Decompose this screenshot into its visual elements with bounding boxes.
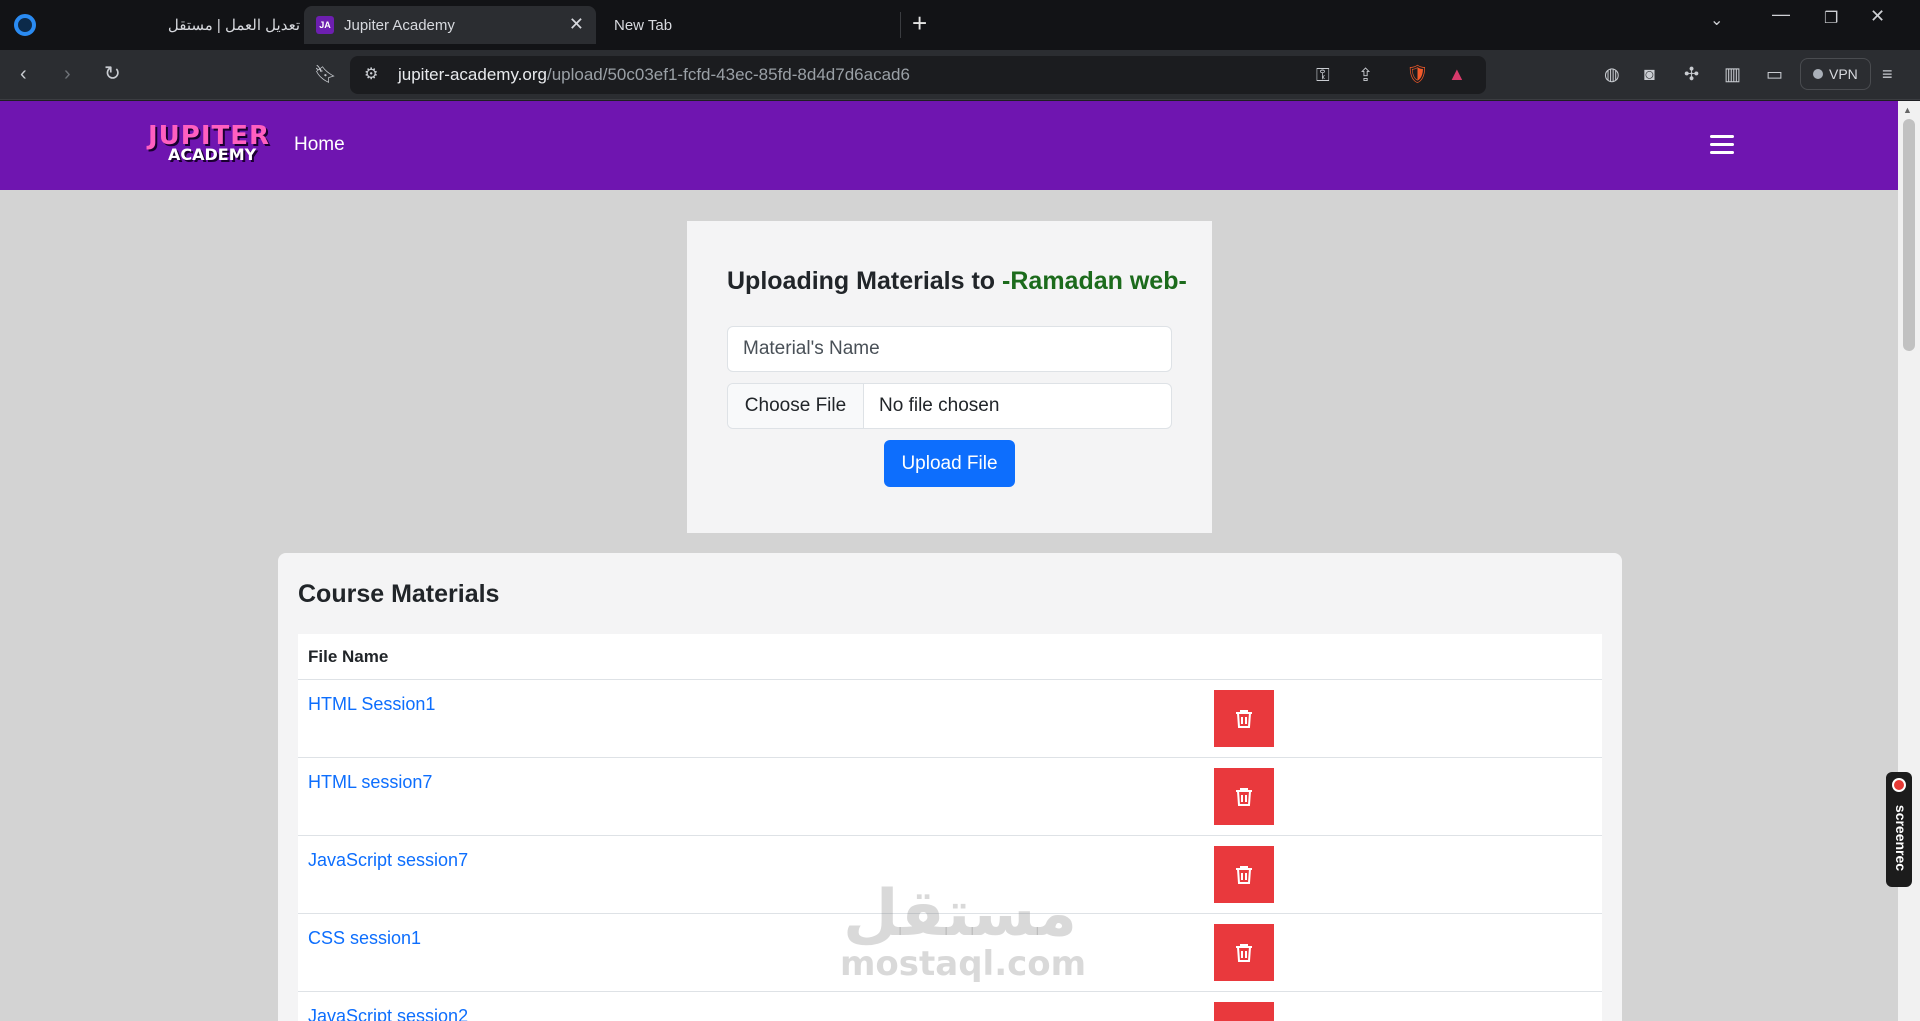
url-path: /upload/50c03ef1-fcfd-43ec-85fd-8d4d7d6a… — [546, 65, 910, 84]
new-tab-plus-icon[interactable]: + — [912, 8, 927, 39]
vpn-status-icon — [1813, 69, 1823, 79]
jupiter-academy-logo[interactable]: JUPITER ACADEMY — [148, 121, 269, 167]
course-materials-card: Course Materials File Name HTML Session1… — [278, 553, 1622, 1021]
extensions-icon[interactable]: ✣ — [1684, 62, 1699, 86]
tab-label: تعديل العمل | مستقل — [167, 17, 300, 34]
camera-icon[interactable]: ◙ — [1644, 62, 1655, 86]
tab-jupiter-academy[interactable]: JA Jupiter Academy ✕ — [304, 6, 596, 44]
trash-icon — [1236, 943, 1252, 962]
password-key-icon[interactable]: ⚿ — [1316, 63, 1330, 87]
screenrec-widget[interactable]: screenrec — [1886, 772, 1912, 887]
upload-form-card: Uploading Materials to -Ramadan web- Cho… — [687, 221, 1212, 533]
materials-title: Course Materials — [298, 580, 500, 608]
trash-icon — [1236, 865, 1252, 884]
tab-label: New Tab — [614, 16, 673, 34]
logo-line2: ACADEMY — [168, 145, 257, 164]
delete-button[interactable] — [1214, 690, 1274, 747]
jupiter-favicon-icon: JA — [316, 16, 334, 34]
table-row: CSS session1 — [298, 914, 1602, 992]
upload-title: Uploading Materials to -Ramadan web- — [727, 267, 1187, 296]
file-link[interactable]: JavaScript session2 — [308, 1006, 468, 1021]
globe-icon[interactable]: ◍ — [1604, 62, 1620, 86]
table-header: File Name — [298, 634, 1602, 680]
restore-icon[interactable]: ❐ — [1824, 8, 1838, 28]
delete-button[interactable] — [1214, 768, 1274, 825]
file-link[interactable]: JavaScript session7 — [308, 850, 468, 871]
trash-icon — [1236, 709, 1252, 728]
tab-new-tab[interactable]: New Tab — [600, 6, 890, 44]
upload-file-button[interactable]: Upload File — [884, 440, 1015, 487]
screenrec-label: screenrec — [1893, 804, 1909, 872]
choose-file-button[interactable]: Choose File — [728, 384, 864, 428]
record-dot-icon — [1892, 778, 1906, 792]
delete-button[interactable] — [1214, 1002, 1274, 1021]
delete-button[interactable] — [1214, 924, 1274, 981]
back-icon[interactable]: ‹ — [20, 62, 27, 86]
menu-icon[interactable]: ≡ — [1882, 62, 1893, 86]
scroll-up-icon[interactable]: ▲ — [1903, 105, 1912, 115]
tab-label: Jupiter Academy — [344, 16, 455, 34]
upload-title-prefix: Uploading Materials to — [727, 267, 1003, 295]
tab-mostaql[interactable]: تعديل العمل | مستقل — [150, 6, 300, 44]
nav-home-link[interactable]: Home — [294, 134, 345, 156]
vpn-button[interactable]: VPN — [1800, 58, 1871, 90]
material-name-input[interactable] — [727, 326, 1172, 372]
minimize-icon[interactable]: — — [1772, 4, 1790, 25]
browser-toolbar: ‹ › ↻ 🔖︎ ⚙ jupiter-academy.org/upload/50… — [0, 50, 1920, 100]
scrollbar-thumb[interactable] — [1903, 119, 1915, 351]
bookmark-icon[interactable]: 🔖︎ — [314, 62, 337, 86]
site-settings-icon[interactable]: ⚙ — [364, 63, 378, 87]
url-host: jupiter-academy.org — [398, 65, 547, 84]
reload-icon[interactable]: ↻ — [104, 62, 121, 86]
sidebar-toggle-icon[interactable]: ▥ — [1724, 62, 1741, 86]
share-icon[interactable]: ⇪ — [1358, 63, 1373, 87]
brave-shields-icon[interactable]: 🛡︎ — [1406, 62, 1429, 86]
tab-search-chevron-icon[interactable]: ⌄ — [1710, 10, 1723, 30]
file-link[interactable]: CSS session1 — [308, 928, 421, 949]
page-viewport: JUPITER ACADEMY Home Uploading Materials… — [0, 101, 1898, 1021]
hamburger-menu-icon[interactable] — [1710, 135, 1734, 155]
close-window-icon[interactable]: ✕ — [1870, 6, 1885, 27]
table-row: JavaScript session7 — [298, 836, 1602, 914]
close-tab-icon[interactable]: ✕ — [569, 14, 584, 35]
table-row: HTML session7 — [298, 758, 1602, 836]
file-link[interactable]: HTML Session1 — [308, 694, 435, 715]
table-row: HTML Session1 — [298, 680, 1602, 758]
forward-icon[interactable]: › — [64, 62, 71, 86]
browser-logo-icon[interactable] — [14, 14, 36, 36]
file-link[interactable]: HTML session7 — [308, 772, 432, 793]
vpn-label: VPN — [1829, 66, 1858, 82]
url-text: jupiter-academy.org/upload/50c03ef1-fcfd… — [398, 65, 910, 85]
table-row: JavaScript session2 — [298, 992, 1602, 1021]
file-name-column-header: File Name — [308, 646, 389, 666]
site-navbar: JUPITER ACADEMY Home — [0, 101, 1898, 190]
no-file-chosen-text: No file chosen — [879, 395, 1000, 416]
address-bar[interactable]: ⚙ jupiter-academy.org/upload/50c03ef1-fc… — [350, 56, 1486, 94]
file-chooser[interactable]: Choose File No file chosen — [727, 383, 1172, 429]
wallet-icon[interactable]: ▭ — [1766, 62, 1783, 86]
delete-button[interactable] — [1214, 846, 1274, 903]
brave-rewards-icon[interactable]: ▲ — [1448, 62, 1466, 86]
browser-tab-bar: تعديل العمل | مستقل JA Jupiter Academy ✕… — [0, 0, 1920, 50]
materials-table: File Name HTML Session1 HTML session7 Ja… — [298, 634, 1602, 1021]
course-name: -Ramadan web- — [1002, 267, 1187, 295]
tab-separator — [900, 12, 901, 38]
trash-icon — [1236, 787, 1252, 806]
